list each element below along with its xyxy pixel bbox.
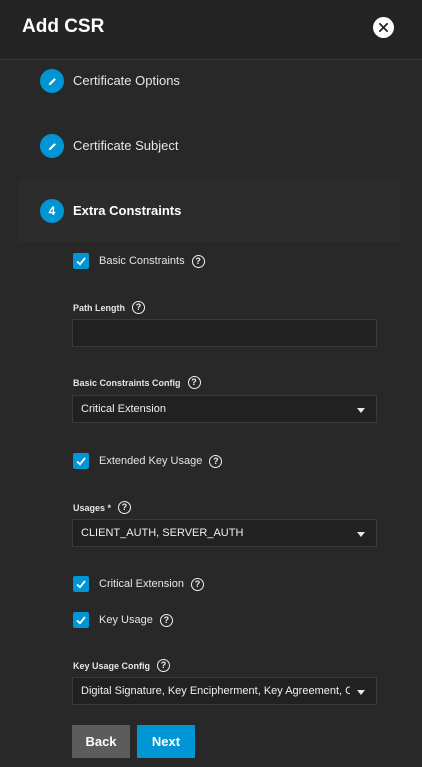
checkmark-icon <box>76 616 86 625</box>
step-certificate-options[interactable]: Certificate Options <box>0 50 400 112</box>
step-number: 4 <box>40 199 64 223</box>
critical-extension-row[interactable]: Critical Extension ? <box>73 575 204 593</box>
pencil-icon <box>40 69 64 93</box>
dropdown-arrow-icon <box>357 690 365 695</box>
usages-label-row: Usages * ? <box>73 501 132 514</box>
usages-label: Usages * <box>73 502 112 513</box>
key-usage-label: Key Usage <box>99 614 153 626</box>
close-button[interactable] <box>373 17 394 38</box>
step-extra-constraints[interactable]: 4 Extra Constraints <box>18 180 400 242</box>
basic-constraints-config-label: Basic Constraints Config <box>73 377 181 388</box>
dialog-title: Add CSR <box>22 16 105 37</box>
basic-constraints-label: Basic Constraints <box>99 255 185 267</box>
path-length-input[interactable] <box>72 319 377 347</box>
critical-extension-checkbox[interactable] <box>73 576 89 592</box>
pencil-icon <box>40 134 64 158</box>
extended-key-usage-row[interactable]: Extended Key Usage ? <box>73 452 223 470</box>
extended-key-usage-label: Extended Key Usage <box>99 455 203 467</box>
help-icon[interactable]: ? <box>191 254 205 268</box>
path-length-label: Path Length <box>73 302 125 313</box>
checkmark-icon <box>76 580 86 589</box>
usages-select[interactable]: CLIENT_AUTH, SERVER_AUTH <box>72 519 377 547</box>
step-certificate-subject[interactable]: Certificate Subject <box>0 114 400 176</box>
key-usage-config-select[interactable]: Digital Signature, Key Encipherment, Key… <box>72 677 377 705</box>
help-icon[interactable]: ? <box>187 376 201 389</box>
help-icon[interactable]: ? <box>132 301 145 314</box>
critical-extension-label: Critical Extension <box>99 578 184 590</box>
help-icon[interactable]: ? <box>157 659 171 672</box>
back-button[interactable]: Back <box>72 725 130 758</box>
step-label: Certificate Subject <box>73 138 179 153</box>
select-value: Critical Extension <box>81 403 166 415</box>
basic-constraints-config-label-row: Basic Constraints Config ? <box>73 376 201 389</box>
basic-constraints-row[interactable]: Basic Constraints ? <box>73 252 205 270</box>
dropdown-arrow-icon <box>357 408 365 413</box>
key-usage-config-label: Key Usage Config <box>73 660 151 671</box>
key-usage-config-label-row: Key Usage Config ? <box>73 659 171 672</box>
select-value: CLIENT_AUTH, SERVER_AUTH <box>81 527 244 539</box>
dropdown-arrow-icon <box>357 532 365 537</box>
step-label: Certificate Options <box>73 73 180 88</box>
extended-key-usage-checkbox[interactable] <box>73 453 89 469</box>
help-icon[interactable]: ? <box>190 577 204 591</box>
checkmark-icon <box>76 457 86 466</box>
key-usage-row[interactable]: Key Usage ? <box>73 611 173 629</box>
help-icon[interactable]: ? <box>118 501 132 514</box>
help-icon[interactable]: ? <box>209 454 223 468</box>
checkmark-icon <box>76 257 86 266</box>
key-usage-checkbox[interactable] <box>73 612 89 628</box>
select-value: Digital Signature, Key Encipherment, Key… <box>81 685 350 697</box>
path-length-label-row: Path Length ? <box>73 301 145 314</box>
step-label: Extra Constraints <box>73 203 182 218</box>
help-icon[interactable]: ? <box>159 613 173 627</box>
next-button[interactable]: Next <box>137 725 195 758</box>
basic-constraints-checkbox[interactable] <box>73 253 89 269</box>
basic-constraints-config-select[interactable]: Critical Extension <box>72 395 377 423</box>
close-icon <box>379 23 388 32</box>
